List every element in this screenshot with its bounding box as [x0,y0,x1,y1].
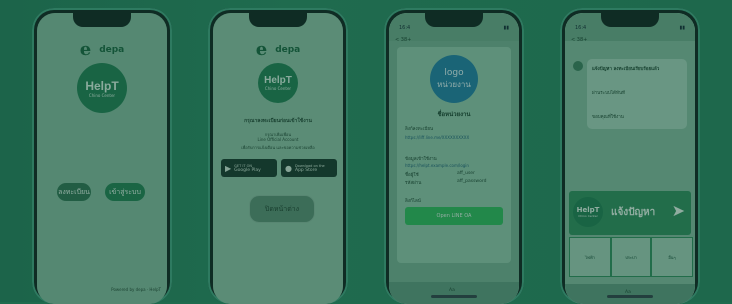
depa-logo: depa [99,44,125,55]
menu-cell-electric[interactable]: ไฟฟ้า [569,237,611,277]
footer-text: Powered by depa · HelpT [111,287,161,292]
rich-menu-screen: 16:4 ▮▮ < 38+ แจ้งปัญหา ลงทะเบียนเรียบร้… [565,13,695,304]
phone-line-card: 16:4 ▮▮ < 38+ logo หน่วยงาน ชื่อหน่วยงาน… [384,8,524,304]
cell-water-label: ประปา [625,254,637,260]
login-button[interactable]: เข้าสู่ระบบ [105,183,145,201]
de-logo-icon: e [79,39,92,60]
open-line-button[interactable]: Open LINE OA [405,207,503,225]
helpt-subtitle: Chino Center [264,86,292,91]
pass-value: aff_password [457,179,487,184]
chat-input[interactable]: Aa [449,288,455,293]
url-label: ลิงก์ลงทะเบียน [405,127,434,132]
cell-other-label: อื่นๆ [668,254,676,260]
menu-cell-water[interactable]: ประปา [611,237,651,277]
chat-input-bar: Aa [389,282,519,304]
back-button[interactable]: < 38+ [571,37,587,43]
battery-icon: ▮▮ [679,25,685,31]
banner-title: แจ้งปัญหา [611,207,656,218]
logo-row: e depa [37,39,167,60]
message-line2: ผ่านระบบได้ทันที [592,91,625,96]
helpt-title: HelpT [85,78,119,93]
heading-text: กรุณาลงทะเบียนก่อนเข้าใช้งาน [244,118,312,124]
app-store-button[interactable]: ● Download on the App Store [281,159,337,177]
helpt-logo: HelpT Chino Center [77,63,127,113]
banner-sub: Chino Center [578,214,598,218]
info-label: ข้อมูลเข้าใช้งาน [405,157,437,162]
helpt-subtitle: Chino Center [88,92,116,98]
phone-rich-menu: 16:4 ▮▮ < 38+ แจ้งปัญหา ลงทะเบียนเรียบร้… [560,8,700,304]
info-link[interactable]: https://helpt.example.com/login [405,163,469,168]
logo-line1: logo [444,67,464,78]
register-button[interactable]: ลงทะเบียน [57,183,91,201]
cell-electric-label: ไฟฟ้า [585,254,595,260]
phone-notch [73,13,131,27]
helpt-badge: HelpT Chino Center [573,197,603,227]
pass-label: รหัสผ่าน [405,181,422,186]
depa-logo: depa [275,44,301,55]
phone-notch [425,13,483,27]
section-label: ลิงก์ไลน์ [405,199,421,204]
message-line1: แจ้งปัญหา ลงทะเบียนเรียบร้อยแล้ว [592,67,660,72]
line-oa-text: Line Official Account [257,137,299,142]
status-time: 16:4 [399,25,411,31]
chat-bubble: แจ้งปัญหา ลงทะเบียนเรียบร้อยแล้ว ผ่านระบ… [587,59,687,129]
stage-background: e depa HelpT Chino Center ลงทะเบียน เข้า… [0,0,732,304]
helpt-logo: HelpT Chino Center [258,63,298,103]
battery-icon: ▮▮ [503,25,509,31]
register-link[interactable]: https://liff.line.me/XXXXXXXXXX [405,135,469,140]
welcome-screen: e depa HelpT Chino Center ลงทะเบียน เข้า… [37,13,167,304]
agency-card: logo หน่วยงาน ชื่อหน่วยงาน ลิงก์ลงทะเบีย… [397,47,511,263]
phone-download: e depa HelpT Chino Center กรุณาลงทะเบียน… [208,8,348,304]
close-window-button[interactable]: ปิดหน้าต่าง [249,195,315,223]
avatar [573,61,583,71]
phone-notch [601,13,659,27]
banner-brand: HelpT [576,206,600,214]
phone-welcome: e depa HelpT Chino Center ลงทะเบียน เข้า… [32,8,172,304]
status-time: 16:4 [575,25,587,31]
agency-name: ชื่อหน่วยงาน [437,111,471,118]
logo-line2: หน่วยงาน [437,79,471,89]
megaphone-icon: ➤ [671,201,685,220]
helpt-title: HelpT [264,75,292,86]
agency-logo: logo หน่วยงาน [430,55,478,103]
google-play-label: Google Play [234,167,261,173]
message-line3: ขอบคุณที่ใช้งาน [592,115,624,120]
user-label: ชื่อผู้ใช้ [405,173,419,178]
logo-row: e depa [213,39,343,60]
phone-notch [249,13,307,27]
apple-icon: ● [285,163,292,173]
play-icon: ▶ [225,163,232,173]
line-desc: เพื่อรับการแจ้งเตือน และขอความช่วยเหลือ [241,145,315,150]
menu-cell-other[interactable]: อื่นๆ [651,237,693,277]
chat-input-bar: Aa [565,284,695,304]
download-screen: e depa HelpT Chino Center กรุณาลงทะเบียน… [213,13,343,304]
back-button[interactable]: < 38+ [395,37,411,43]
google-play-button[interactable]: ▶ GET IT ON Google Play [221,159,277,177]
user-value: aff_user [457,171,475,176]
line-chat-screen: 16:4 ▮▮ < 38+ logo หน่วยงาน ชื่อหน่วยงาน… [389,13,519,304]
app-store-label: App Store [294,167,318,173]
home-indicator [431,295,477,298]
de-logo-icon: e [255,39,268,60]
rich-menu-banner[interactable]: HelpT Chino Center แจ้งปัญหา ➤ [569,191,691,235]
home-indicator [607,295,653,298]
